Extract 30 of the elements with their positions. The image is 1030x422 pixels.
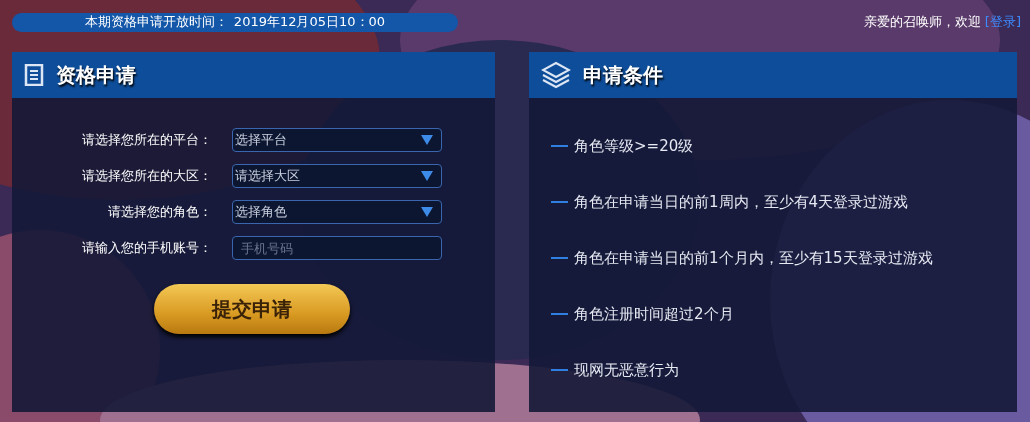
field-label: 请选择您所在的平台： [81, 131, 212, 149]
condition-text: 角色在申请当日的前1周内，至少有4天登录过游戏 [574, 192, 909, 212]
greeting-text: 亲爱的召唤师，欢迎 [863, 13, 981, 31]
submit-button[interactable]: 提交申请 [154, 284, 350, 334]
dropdown[interactable]: 选择平台 [232, 128, 442, 152]
login-link[interactable]: [登录] [984, 13, 1021, 31]
condition-text: 角色等级>=20级 [574, 136, 694, 156]
dropdown[interactable]: 请选择大区 [232, 164, 442, 188]
dash-icon [551, 201, 568, 203]
panel-title: 资格申请 [56, 61, 136, 89]
caret-icon [421, 135, 433, 145]
condition-text: 角色在申请当日的前1个月内，至少有15天登录过游戏 [574, 248, 933, 268]
field-label: 请选择您的角色： [107, 203, 212, 221]
dash-icon [551, 369, 568, 371]
notice-time: 2019年12月05日10：00 [233, 13, 386, 31]
layers-icon [541, 61, 571, 89]
field-label: 请输入您的手机账号： [81, 239, 212, 257]
condition-text: 现网无恶意行为 [574, 360, 679, 380]
dash-icon [551, 313, 568, 315]
dash-icon [551, 257, 568, 259]
field-label: 请选择您所在的大区： [81, 167, 212, 185]
condition-text: 角色注册时间超过2个月 [574, 304, 734, 324]
phone-input[interactable]: 手机号码 [232, 236, 442, 260]
document-icon [24, 64, 44, 86]
dash-icon [551, 145, 568, 147]
caret-icon [421, 207, 433, 217]
caret-icon [421, 171, 433, 181]
panel-title: 申请条件 [583, 61, 663, 89]
dropdown[interactable]: 选择角色 [232, 200, 442, 224]
notice-label: 本期资格申请开放时间： [84, 13, 228, 31]
